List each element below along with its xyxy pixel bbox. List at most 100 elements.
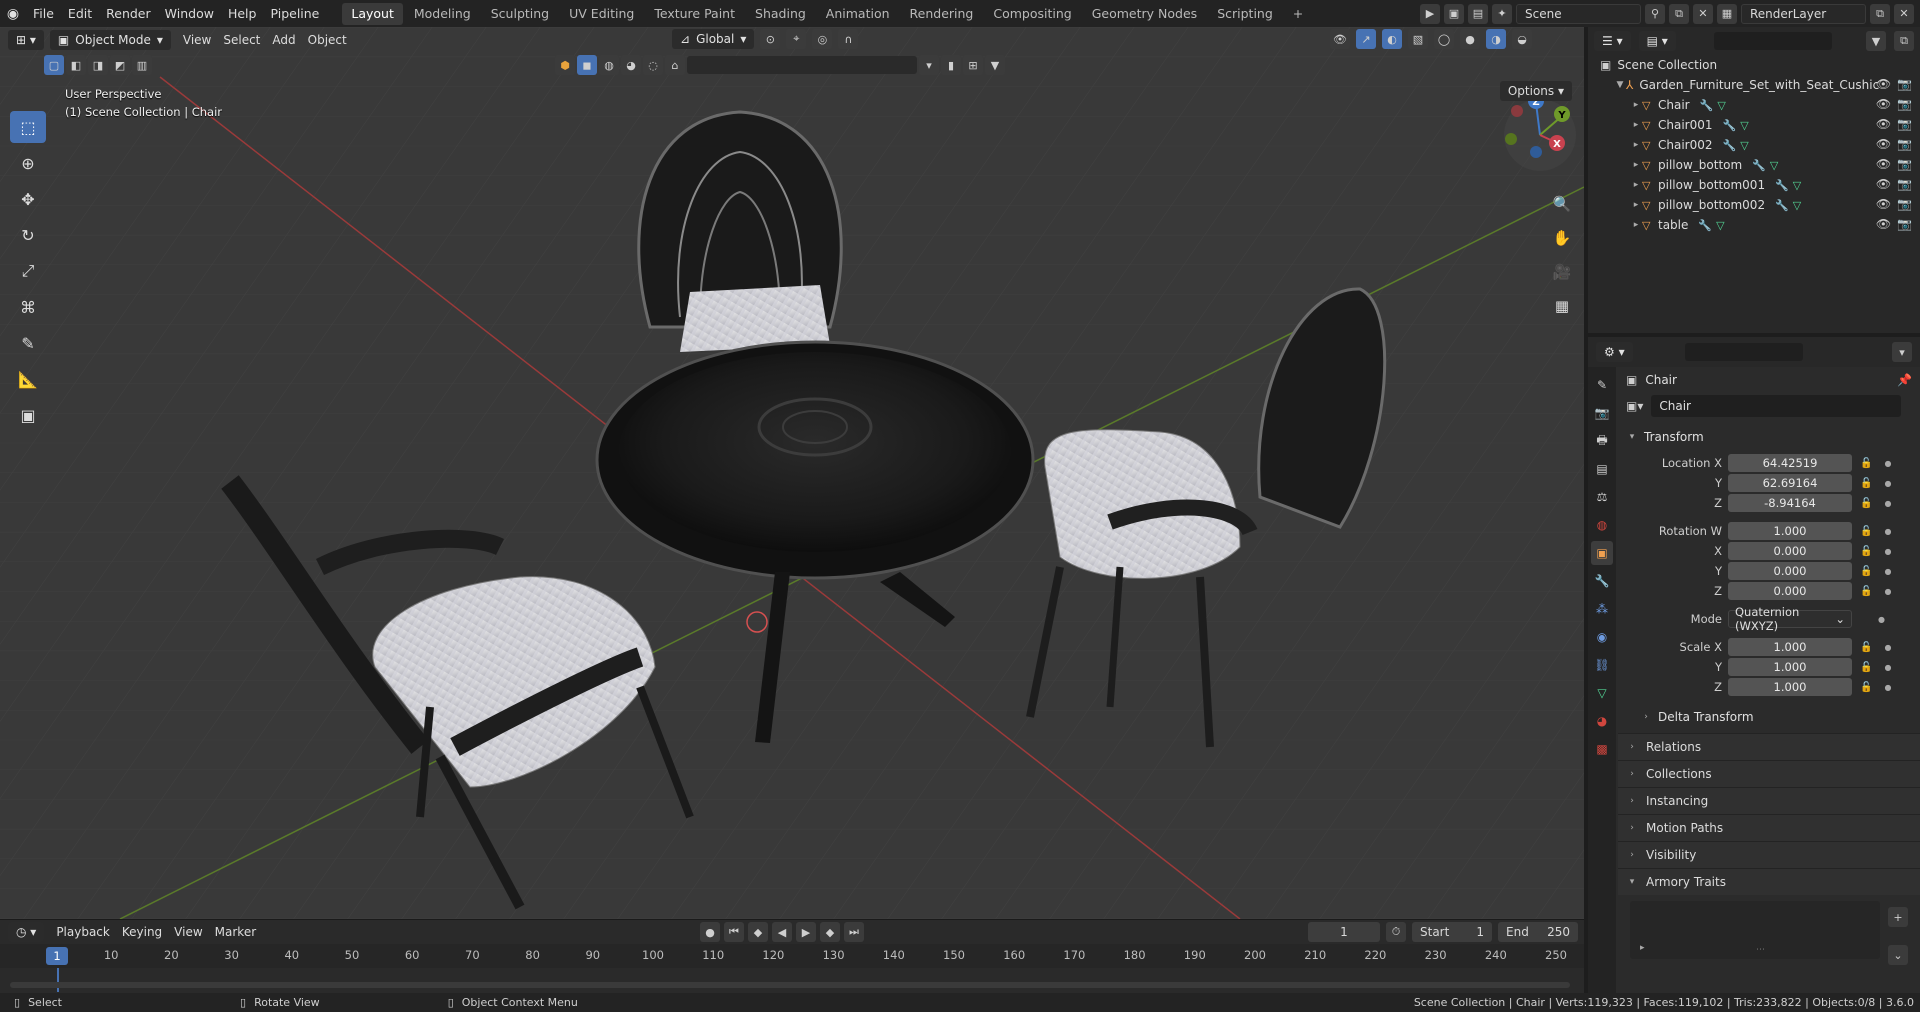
- mesh-data-icon[interactable]: ▽: [1793, 199, 1801, 212]
- outliner-search-input[interactable]: [1713, 32, 1832, 50]
- physics-tab-icon[interactable]: ◉: [1591, 625, 1613, 649]
- data-tab-icon[interactable]: ▽: [1591, 681, 1613, 705]
- object-browse-icon[interactable]: ▣▾: [1626, 399, 1643, 413]
- pin-icon[interactable]: ⚲: [1645, 3, 1665, 24]
- render-image-icon[interactable]: ▣: [1444, 3, 1464, 24]
- eye-icon[interactable]: 👁: [1876, 157, 1891, 171]
- output-tab-icon[interactable]: 🖶: [1591, 429, 1613, 453]
- start-frame-field[interactable]: Start 1: [1412, 922, 1492, 942]
- new-view-layer-icon[interactable]: ⧉: [1870, 3, 1890, 24]
- menu-pipeline[interactable]: Pipeline: [263, 0, 326, 27]
- expand-toggle-icon[interactable]: ▸: [1630, 160, 1642, 170]
- timeline-menu-playback[interactable]: Playback: [50, 925, 116, 939]
- wrench-icon[interactable]: 🔧: [1752, 159, 1766, 172]
- wrench-icon[interactable]: 🔧: [1775, 199, 1789, 212]
- shading-solid-icon[interactable]: ◼: [577, 55, 597, 75]
- dropdown-icon[interactable]: ▾: [919, 55, 939, 75]
- lock-icon[interactable]: 🔓: [1860, 642, 1872, 653]
- end-frame-field[interactable]: End 250: [1498, 922, 1578, 942]
- texture-tab-icon[interactable]: ▩: [1591, 737, 1613, 761]
- pan-hand-icon[interactable]: ✋: [1548, 225, 1576, 251]
- stopwatch-icon[interactable]: ⏱: [1386, 922, 1406, 942]
- eye-icon[interactable]: 👁: [1876, 177, 1891, 191]
- prev-keyframe-icon[interactable]: ◆: [748, 922, 768, 942]
- lock-icon[interactable]: 🔓: [1860, 498, 1872, 509]
- select-intersect-icon[interactable]: ▥: [132, 55, 152, 75]
- timeline-editor-type[interactable]: ◷ ▾: [8, 922, 45, 942]
- pivot-icon[interactable]: ⊙: [760, 29, 781, 49]
- mesh-data-icon[interactable]: ▽: [1793, 179, 1801, 192]
- particles-tab-icon[interactable]: ⁂: [1591, 597, 1613, 621]
- view-layer-icon[interactable]: ▦: [1717, 3, 1737, 24]
- play-icon[interactable]: ▶: [796, 922, 816, 942]
- location-y-field[interactable]: 62.69164: [1728, 474, 1852, 492]
- tab-modeling[interactable]: Modeling: [405, 3, 480, 25]
- rendered-icon[interactable]: ◒: [1512, 29, 1532, 49]
- wrench-icon[interactable]: 🔧: [1698, 219, 1712, 232]
- mesh-data-icon[interactable]: ▽: [1740, 119, 1748, 132]
- tab-rendering[interactable]: Rendering: [901, 3, 983, 25]
- timeline-menu-view[interactable]: View: [168, 925, 208, 939]
- overlay-color-icon[interactable]: ⬢: [555, 55, 575, 75]
- outliner-item-pillow_bottom002[interactable]: ▸ ▽ pillow_bottom002 🔧 ▽ 👁 📷: [1588, 195, 1920, 215]
- expand-toggle-icon[interactable]: ▸: [1630, 100, 1642, 110]
- scene-tab-icon[interactable]: ⚖: [1591, 485, 1613, 509]
- viewport-menu-view[interactable]: View: [177, 33, 217, 47]
- new-scene-icon[interactable]: ⧉: [1669, 3, 1689, 24]
- rotation-x-field[interactable]: 0.000: [1728, 542, 1852, 560]
- menu-help[interactable]: Help: [221, 0, 264, 27]
- record-icon[interactable]: ●: [700, 922, 720, 942]
- tab-layout[interactable]: Layout: [342, 2, 403, 25]
- panel-options-icon[interactable]: ▾: [1892, 342, 1912, 362]
- camera-icon[interactable]: 📷: [1897, 77, 1912, 91]
- outliner-editor-type[interactable]: ☰ ▾: [1594, 31, 1631, 51]
- tab-sculpting[interactable]: Sculpting: [482, 3, 558, 25]
- camera-icon[interactable]: 📷: [1897, 217, 1912, 231]
- timeline-scrollbar[interactable]: [10, 982, 1570, 988]
- scale-y-field[interactable]: 1.000: [1728, 658, 1852, 676]
- outliner-item-pillow_bottom001[interactable]: ▸ ▽ pillow_bottom001 🔧 ▽ 👁 📷: [1588, 175, 1920, 195]
- menu-file[interactable]: File: [26, 0, 61, 27]
- properties-panel[interactable]: ⚙ ▾ ▾ ✎ 📷 🖶 ▤ ⚖ ◍ ▣ 🔧 ⁂ ◉ ⛓ ▽ ◕ ▩ ▣ Chai…: [1588, 337, 1920, 993]
- lock-icon[interactable]: 🔓: [1860, 586, 1872, 597]
- wireframe-icon[interactable]: ◯: [1434, 29, 1454, 49]
- outliner-item-chair001[interactable]: ▸ ▽ Chair001 🔧 ▽ 👁 📷: [1588, 115, 1920, 135]
- armory-traits-header[interactable]: ▾ Armory Traits: [1618, 868, 1920, 895]
- traits-list[interactable]: ▸ ⋯: [1630, 901, 1880, 959]
- trait-menu-chevron-icon[interactable]: ⌄: [1888, 945, 1908, 965]
- menu-window[interactable]: Window: [158, 0, 221, 27]
- mode-selector[interactable]: ▣ Object Mode ▾: [49, 30, 171, 50]
- eye-icon[interactable]: 👁: [1876, 137, 1891, 151]
- solid-shading-icon[interactable]: ●: [1460, 29, 1480, 49]
- jump-start-icon[interactable]: ⏮: [724, 922, 744, 942]
- perspective-grid-icon[interactable]: ▦: [1548, 293, 1576, 319]
- timeline-track[interactable]: [0, 968, 1584, 992]
- camera-icon[interactable]: 📷: [1897, 197, 1912, 211]
- lock-icon[interactable]: 🔓: [1860, 478, 1872, 489]
- delete-view-layer-icon[interactable]: ✕: [1894, 3, 1914, 24]
- eye-icon[interactable]: 👁: [1876, 77, 1891, 91]
- location-z-field[interactable]: -8.94164: [1728, 494, 1852, 512]
- scale-x-field[interactable]: 1.000: [1728, 638, 1852, 656]
- mesh-data-icon[interactable]: ▽: [1717, 99, 1725, 112]
- scale-icon[interactable]: ⤢: [10, 255, 46, 287]
- scale-z-field[interactable]: 1.000: [1728, 678, 1852, 696]
- outliner-item-chair[interactable]: ▸ ▽ Chair 🔧 ▽ 👁 📷: [1588, 95, 1920, 115]
- outliner-item-table[interactable]: ▸ ▽ table 🔧 ▽ 👁 📷: [1588, 215, 1920, 235]
- keyframe-dot-icon[interactable]: ●: [1884, 683, 1891, 692]
- select-mode-buttons[interactable]: ▢ ◧ ◨ ◩ ▥: [44, 55, 152, 75]
- shading-render-icon[interactable]: ◕: [621, 55, 641, 75]
- move-icon[interactable]: ✥: [10, 183, 46, 215]
- location-x-field[interactable]: 64.42519: [1728, 454, 1852, 472]
- keyframe-dot-icon[interactable]: ●: [1884, 499, 1891, 508]
- current-frame-field[interactable]: 1: [1308, 922, 1380, 942]
- camera-icon[interactable]: 📷: [1897, 137, 1912, 151]
- panel-visibility[interactable]: › Visibility: [1618, 841, 1920, 868]
- viewport-search-input[interactable]: [687, 56, 917, 74]
- delta-transform-header[interactable]: › Delta Transform: [1618, 705, 1920, 729]
- mesh-data-icon[interactable]: ▽: [1716, 219, 1724, 232]
- expand-toggle-icon[interactable]: ▸: [1630, 120, 1642, 130]
- camera-icon[interactable]: 📷: [1897, 177, 1912, 191]
- add-workspace-button[interactable]: +: [1284, 3, 1312, 25]
- tab-compositing[interactable]: Compositing: [984, 3, 1080, 25]
